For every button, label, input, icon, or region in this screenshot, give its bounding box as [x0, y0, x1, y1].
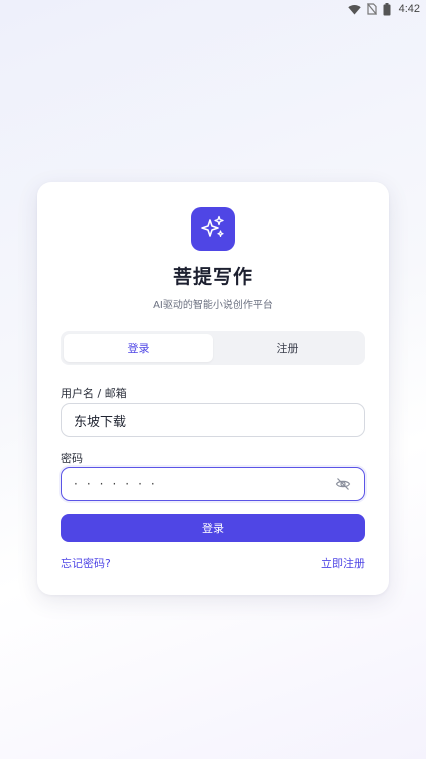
app-logo: [191, 207, 235, 251]
username-field[interactable]: 东坡下载: [61, 403, 365, 437]
tab-register[interactable]: 注册: [213, 334, 362, 362]
status-time: 4:42: [398, 3, 420, 15]
password-label: 密码: [61, 452, 83, 465]
tab-login[interactable]: 登录: [64, 334, 213, 362]
login-button[interactable]: 登录: [61, 514, 365, 542]
app-subtitle: AI驱动的智能小说创作平台: [153, 300, 273, 311]
password-value: ·······: [74, 477, 164, 491]
auth-tabs: 登录 注册: [61, 331, 365, 365]
no-sim-icon: [366, 3, 377, 15]
sparkles-icon: [200, 214, 226, 244]
app-title: 菩提写作: [172, 266, 253, 288]
battery-icon: [383, 2, 391, 16]
wifi-icon: [347, 4, 361, 15]
password-field[interactable]: ·······: [61, 467, 365, 501]
username-label: 用户名 / 邮箱: [61, 387, 127, 400]
status-bar: 4:42: [0, 0, 426, 18]
eye-off-icon[interactable]: [334, 475, 352, 493]
login-card: 菩提写作 AI驱动的智能小说创作平台 登录 注册 用户名 / 邮箱 东坡下载 密…: [37, 182, 389, 595]
forgot-password-link[interactable]: 忘记密码?: [61, 555, 111, 571]
username-value: 东坡下载: [74, 414, 127, 430]
register-link[interactable]: 立即注册: [321, 555, 365, 571]
